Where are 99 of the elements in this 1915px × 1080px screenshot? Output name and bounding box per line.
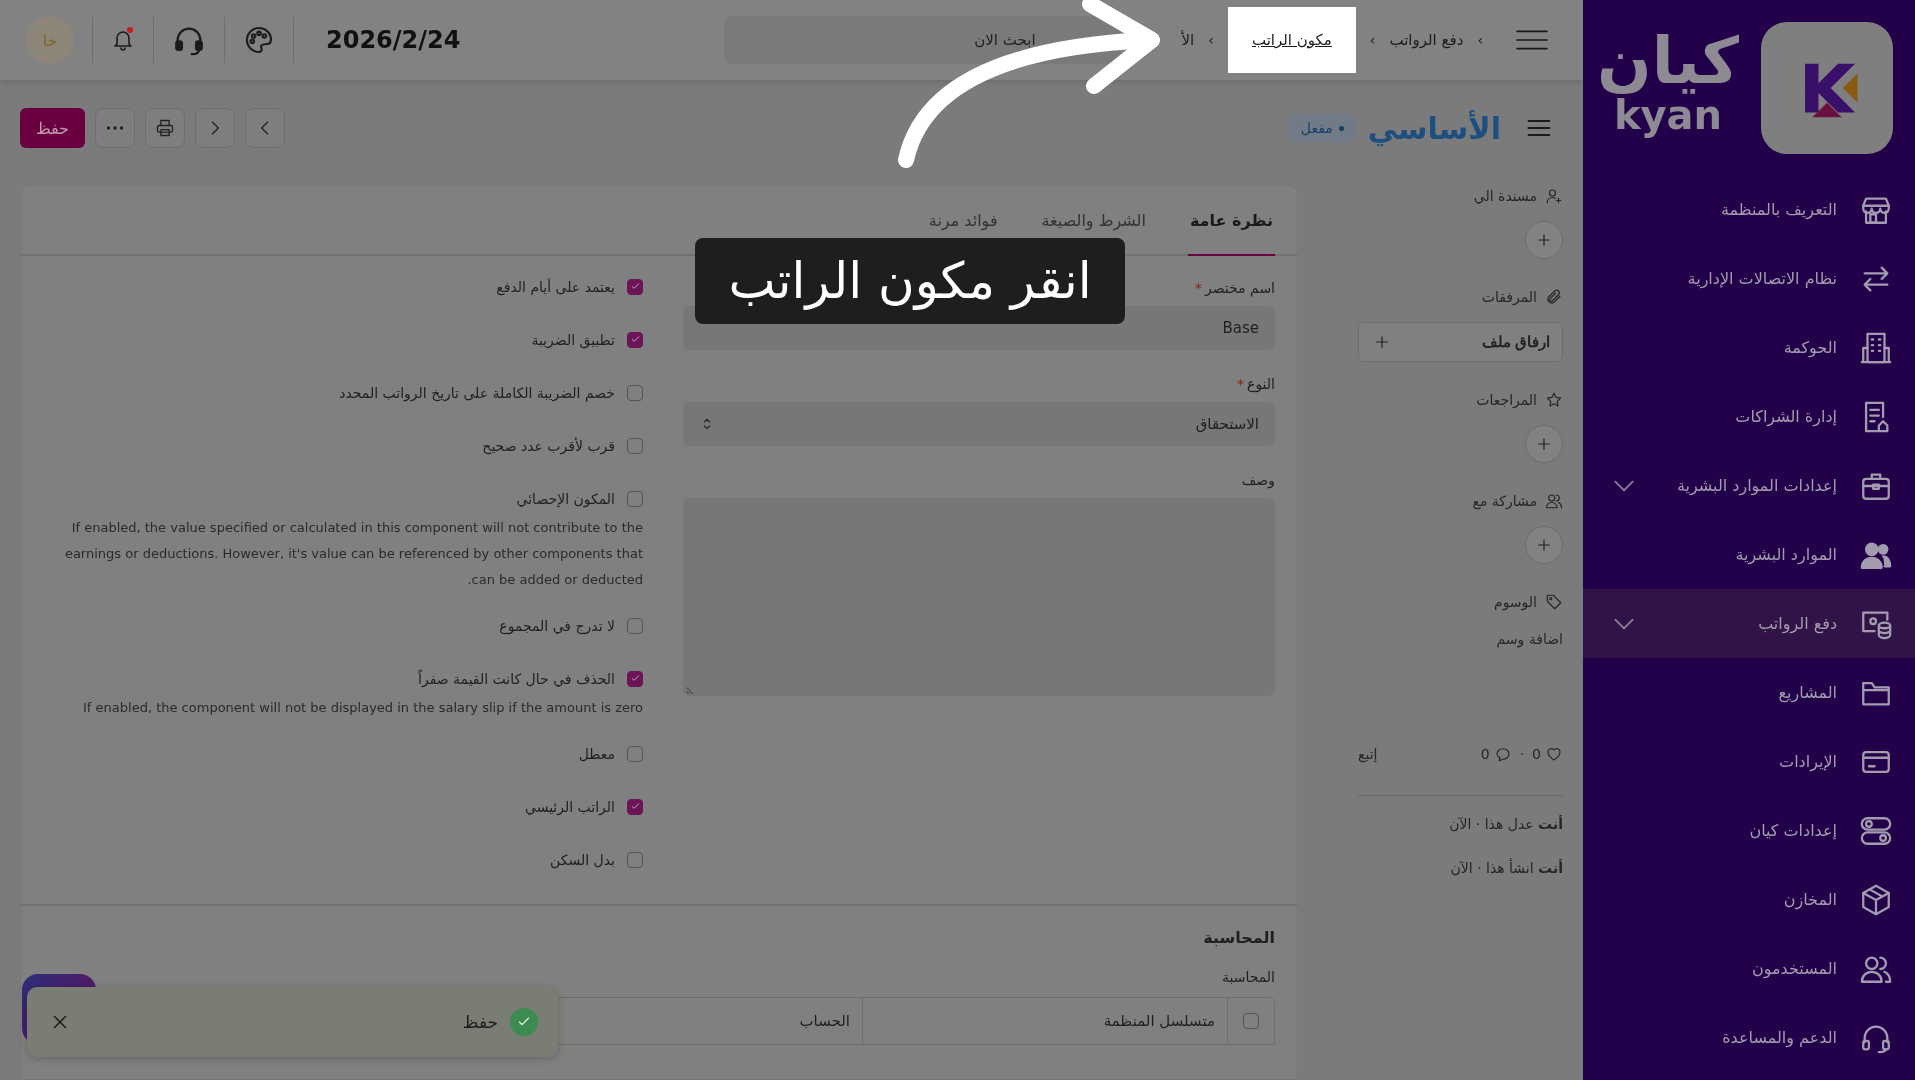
plus-icon [1535,231,1553,249]
comment-icon[interactable] [1493,745,1512,763]
sidebar-item[interactable]: المشاريع [1583,658,1915,727]
sidebar-item[interactable]: المستخدمون [1583,934,1915,1003]
paperclip-icon [1545,288,1563,306]
add-button[interactable] [1525,526,1563,564]
like-count: 0 [1532,746,1541,762]
heart-icon[interactable] [1545,745,1563,763]
textarea-field[interactable] [683,498,1275,696]
checkbox-label: بدل السكن [550,851,615,868]
checkbox-label: الحذف في حال كانت القيمة صفراً [418,670,615,687]
checkbox-label: معطل [578,745,615,762]
attach-file-button[interactable]: ارفاق ملف [1358,322,1563,362]
comment-count: 0 [1480,746,1490,762]
printer-icon [155,118,175,138]
sidebar-item[interactable]: المخازن [1583,865,1915,934]
check-icon [510,1008,538,1036]
breadcrumb-separator: › [1369,32,1376,48]
follow-link[interactable]: إتبع [1358,746,1378,762]
field-label: المحاسبة [1221,969,1275,985]
checkbox[interactable] [627,745,643,762]
checkbox[interactable] [627,437,643,454]
checkmark-icon [629,801,641,812]
plus-icon [1373,333,1391,351]
column-header: الحساب [799,1012,850,1030]
breadcrumb-link[interactable]: دفع الرواتب [1389,31,1464,49]
activity-entry: أنت عدل هذا · الآن [1448,816,1563,832]
checkbox-label: تطبيق الضريبة [531,331,615,348]
bell-icon[interactable] [111,27,135,53]
sidebar-item[interactable]: إعدادات الموارد البشرية [1583,451,1915,520]
users-icon [1545,492,1563,510]
checkbox[interactable] [627,384,643,401]
document-title: الأساسي [1367,110,1501,146]
sidebar-item[interactable]: الدعم والمساعدة [1583,1003,1915,1072]
section-label: مسندة الي [1473,188,1537,204]
checkmark-icon [629,281,641,292]
checkbox[interactable] [627,490,643,507]
field-label: النوع * [1236,376,1275,392]
box-icon [1859,882,1893,917]
checkbox[interactable] [627,278,643,295]
help-text: If enabled, the component will not be displayed in the salary slip if the amount is zero [82,699,643,717]
tab[interactable]: نظرة عامة [1187,186,1275,256]
breadcrumb-link[interactable]: الأ [1181,31,1195,49]
sidebar-item[interactable]: التعريف بالمنظمة [1583,175,1915,244]
plus-icon [1535,435,1553,453]
sidebar-item[interactable]: دفع الرواتب [1583,589,1915,658]
checkbox[interactable] [627,331,643,348]
checkbox[interactable] [627,851,643,868]
required-mark: * [1195,280,1202,296]
date-text: 2026/2/24 [326,26,461,54]
sidebar-item[interactable]: نظام الاتصالات الإدارية [1583,244,1915,313]
checkmark-icon [629,334,641,345]
select-field[interactable]: الاستحقاق [683,402,1275,446]
dots-icon [107,126,123,130]
sidebar-item[interactable]: إدارة الشراكات [1583,382,1915,451]
activity-entry: أنت انشأ هذا · الآن [1449,860,1563,876]
breadcrumb-separator: › [1208,32,1214,48]
dot-separator: · [1519,746,1525,762]
checkbox[interactable] [627,798,643,815]
user-plus-icon [1545,187,1563,205]
star-icon [1545,391,1563,409]
checkbox[interactable] [627,617,643,634]
help-text: If enabled, the value specified or calculated in this component will not contribute to the earnings or deductions. However, it's value can be referenced by other components that can be added or deducted. [63,519,643,589]
breadcrumb-separator: › [1477,32,1483,48]
toast-message: حفظ [462,1012,498,1032]
palette-icon[interactable] [243,24,275,56]
status-badge: مفعل [1288,114,1356,142]
add-button[interactable] [1525,221,1563,259]
print-button[interactable] [145,108,185,148]
save-button[interactable]: حفظ [20,108,85,148]
section-label: مشاركة مع [1472,493,1537,509]
sidebar-item[interactable]: الموارد البشرية [1583,520,1915,589]
checkbox-label: قرب لأقرب عدد صحيح [482,437,615,454]
checkbox-label: لا تدرج في المجموع [499,617,615,634]
add-tag-link[interactable]: اضافة وسم [1358,631,1563,647]
add-button[interactable] [1525,425,1563,463]
checkmark-icon [629,673,641,684]
sidebar-item[interactable]: إعدادات كيان [1583,796,1915,865]
tag-icon [1545,593,1563,611]
checkbox-label: يعتمد على أيام الدفع [496,278,615,295]
checkbox[interactable] [627,670,643,687]
plus-icon [1535,536,1553,554]
section-label: المرفقات [1481,289,1537,305]
sidebar-item[interactable]: الحوكمة [1583,313,1915,382]
checkbox-label: خصم الضريبة الكاملة على تاريخ الرواتب المحدد [339,384,615,401]
section-heading: المحاسبة [1202,928,1275,947]
required-mark: * [1237,376,1245,392]
checkbox[interactable] [1243,1013,1259,1029]
section-label: المراجعات [1476,392,1537,408]
field-label: وصف [1240,472,1275,488]
building-icon [1859,330,1893,365]
sidebar-item[interactable]: الإيرادات [1583,727,1915,796]
checkbox-label: المكون الإحصائي [516,490,615,507]
breadcrumb-link[interactable]: مكون الراتب [1227,7,1356,73]
logo-arabic-text: كيان [1597,28,1739,93]
column-header: متسلسل المنظمة [1103,1012,1215,1030]
tooltip: انقر مكون الراتب [695,238,1125,324]
checkbox-label: الراتب الرئيسي [524,798,615,815]
section-label: الوسوم [1493,594,1537,610]
